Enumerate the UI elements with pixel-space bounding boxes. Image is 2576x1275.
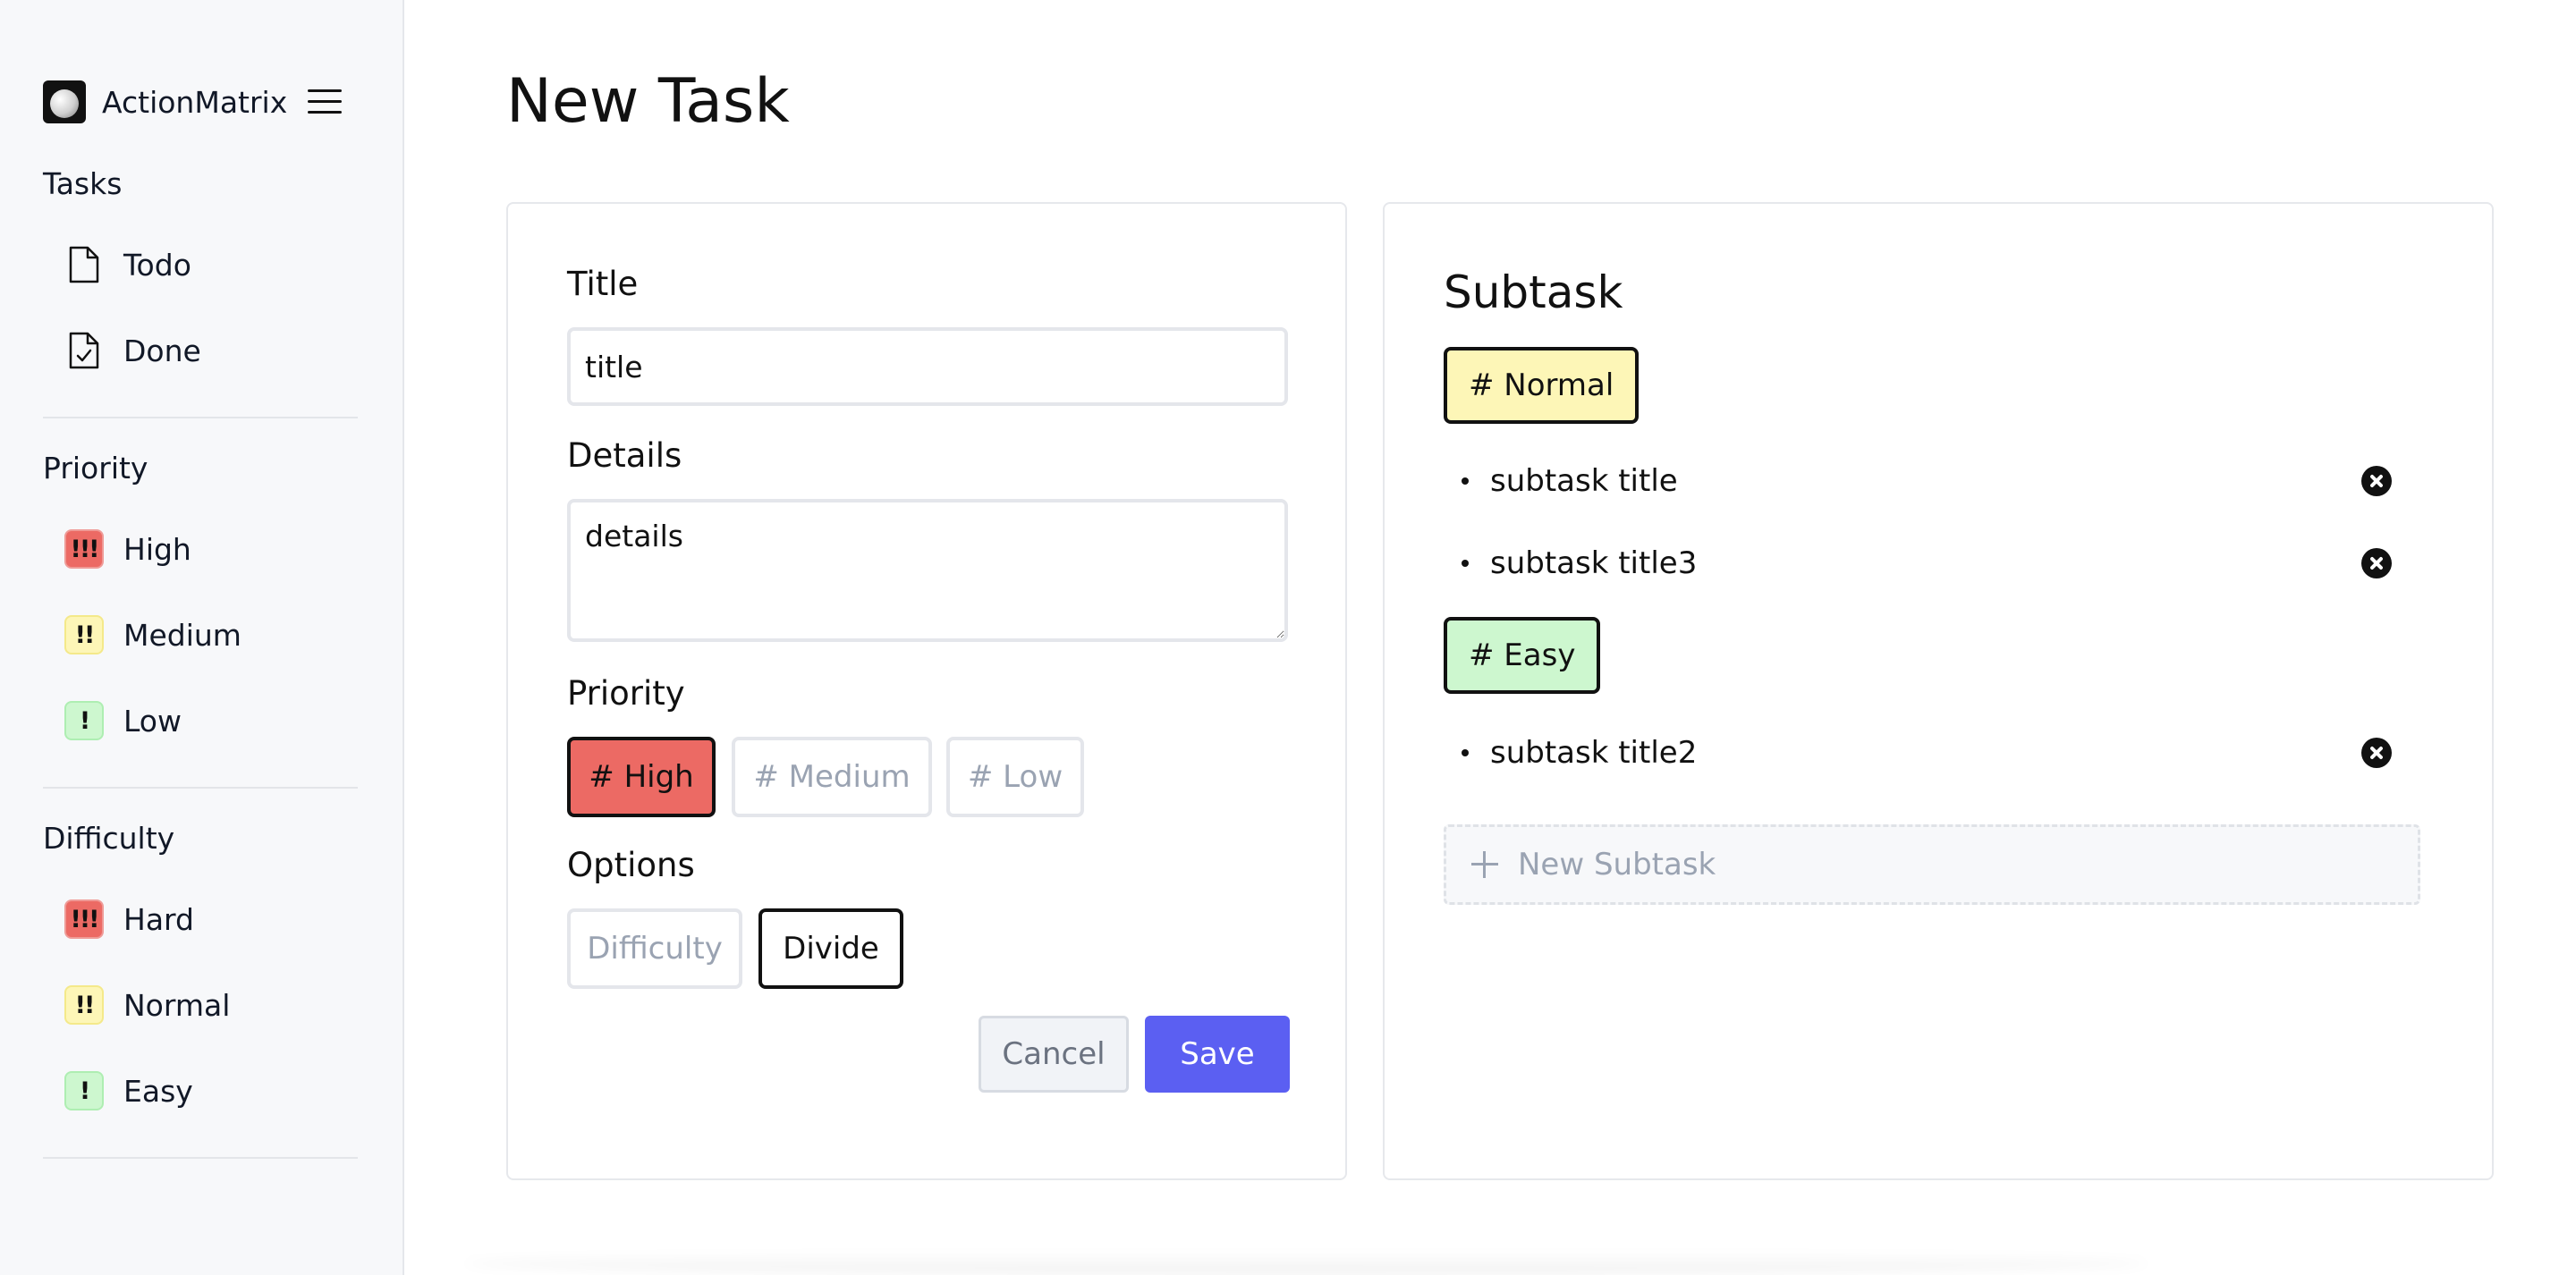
section-title-difficulty: Difficulty <box>43 821 175 856</box>
sidebar-item-label: Done <box>123 333 201 368</box>
remove-subtask-icon[interactable] <box>2361 548 2392 578</box>
task-form-card: Title Details details Priority # High # … <box>506 202 1347 1180</box>
sidebar-item-hard[interactable]: !!! Hard <box>64 892 369 946</box>
subtask-group-tag-normal[interactable]: # Normal <box>1444 347 1640 424</box>
document-icon <box>64 245 104 284</box>
option-difficulty[interactable]: Difficulty <box>567 908 742 989</box>
difficulty-normal-badge-icon: !! <box>64 985 104 1025</box>
sidebar-item-label: Low <box>123 703 182 739</box>
sidebar-item-todo[interactable]: Todo <box>64 238 369 291</box>
subtask-title: subtask title <box>1490 463 1678 499</box>
title-input[interactable] <box>567 327 1288 406</box>
title-label: Title <box>567 265 639 303</box>
sidebar-item-low[interactable]: ! Low <box>64 694 369 747</box>
subtask-item: subtask title3 <box>1462 536 2392 590</box>
sidebar-item-easy[interactable]: ! Easy <box>64 1064 369 1118</box>
subtask-title: subtask title2 <box>1490 735 1698 771</box>
remove-subtask-icon[interactable] <box>2361 738 2392 768</box>
brand[interactable]: ActionMatrix <box>43 80 287 123</box>
subtask-card: Subtask # Normal subtask title subtask t… <box>1383 202 2494 1180</box>
sidebar-item-label: Todo <box>123 247 191 283</box>
option-divide[interactable]: Divide <box>758 908 903 989</box>
subtask-item: subtask title2 <box>1462 726 2392 780</box>
sidebar-item-label: Easy <box>123 1073 193 1109</box>
sidebar-item-done[interactable]: Done <box>64 324 369 377</box>
plus-icon <box>1471 851 1498 878</box>
details-label: Details <box>567 436 682 475</box>
difficulty-easy-badge-icon: ! <box>64 1071 104 1110</box>
bullet-icon <box>1462 560 1469 567</box>
priority-high-badge-icon: !!! <box>64 529 104 569</box>
sidebar-item-label: Medium <box>123 617 242 653</box>
priority-option-low[interactable]: # Low <box>946 737 1084 817</box>
sidebar-divider <box>43 787 358 789</box>
sidebar: ActionMatrix Tasks Todo Done Priority !!… <box>0 0 404 1275</box>
priority-label: Priority <box>567 674 685 713</box>
new-subtask-label: New Subtask <box>1518 847 1716 882</box>
app-name: ActionMatrix <box>102 84 288 120</box>
app-logo-icon <box>43 80 86 123</box>
bottom-shadow <box>465 1252 2147 1275</box>
details-textarea[interactable]: details <box>567 499 1288 642</box>
sidebar-divider <box>43 417 358 418</box>
bullet-icon <box>1462 749 1469 756</box>
priority-low-badge-icon: ! <box>64 701 104 740</box>
menu-icon[interactable] <box>308 89 342 114</box>
sidebar-item-label: Normal <box>123 987 231 1023</box>
page-title: New Task <box>506 66 790 137</box>
save-button[interactable]: Save <box>1145 1016 1290 1093</box>
options-label: Options <box>567 846 695 884</box>
sidebar-item-high[interactable]: !!! High <box>64 522 369 576</box>
priority-medium-badge-icon: !! <box>64 615 104 654</box>
priority-option-medium[interactable]: # Medium <box>732 737 932 817</box>
difficulty-hard-badge-icon: !!! <box>64 899 104 939</box>
sidebar-item-normal[interactable]: !! Normal <box>64 978 369 1032</box>
subtask-item: subtask title <box>1462 454 2392 508</box>
section-title-priority: Priority <box>43 451 148 486</box>
bullet-icon <box>1462 477 1469 485</box>
subtask-title: subtask title3 <box>1490 545 1698 581</box>
section-title-tasks: Tasks <box>43 166 123 201</box>
document-check-icon <box>64 331 104 370</box>
new-subtask-button[interactable]: New Subtask <box>1444 824 2420 905</box>
subtask-group-tag-easy[interactable]: # Easy <box>1444 617 1601 694</box>
priority-option-high[interactable]: # High <box>567 737 716 817</box>
sidebar-item-medium[interactable]: !! Medium <box>64 608 369 662</box>
subtask-heading: Subtask <box>1444 266 1623 318</box>
sidebar-divider <box>43 1157 358 1159</box>
sidebar-item-label: Hard <box>123 901 194 937</box>
sidebar-item-label: High <box>123 531 191 567</box>
remove-subtask-icon[interactable] <box>2361 466 2392 496</box>
cancel-button[interactable]: Cancel <box>979 1016 1129 1093</box>
